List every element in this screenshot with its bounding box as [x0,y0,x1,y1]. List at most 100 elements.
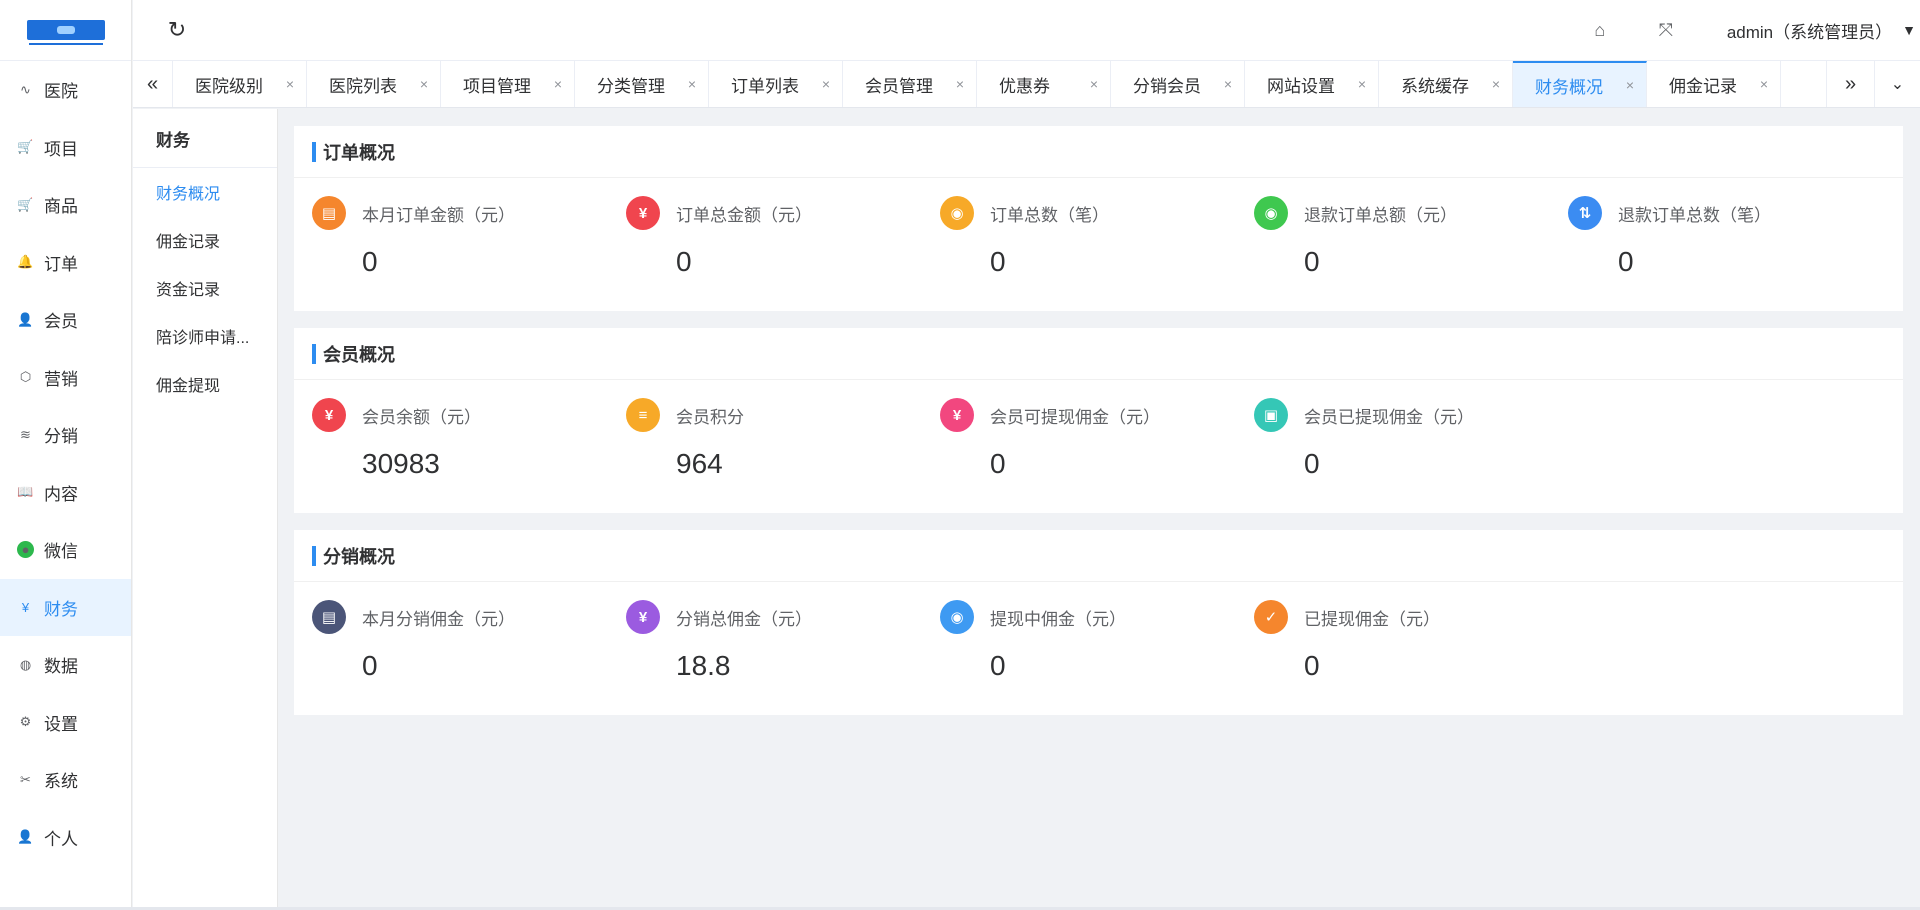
close-icon[interactable]: × [1492,76,1500,92]
stat-item: ¥ 订单总金额（元） 0 [626,196,940,278]
tab[interactable]: 医院级别 × [173,61,307,107]
stat-label: 会员余额（元） [362,407,481,427]
sidebar-item[interactable]: 🛒 项目 [0,119,131,177]
close-icon[interactable]: × [1358,76,1366,92]
tab[interactable]: 佣金记录 × [1647,61,1781,107]
refresh-icon[interactable]: ↻ [165,17,189,42]
stat-value: 0 [1304,246,1320,277]
tab[interactable]: 项目管理 × [441,61,575,107]
subnav-item[interactable]: 资金记录 [133,264,277,312]
tab-label: 订单列表 [731,76,799,96]
stat-head: ¥ 分销总佣金（元） [626,600,940,634]
stat-label: 退款订单总数（笔） [1618,205,1771,225]
stat-label: 会员可提现佣金（元） [990,407,1160,427]
layers-icon: ≋ [20,426,31,442]
tab-label: 分销会员 [1133,76,1201,96]
close-icon[interactable]: × [956,76,964,92]
sidebar-item[interactable]: 🛒 商品 [0,176,131,234]
close-icon[interactable]: × [1090,76,1098,92]
stat-value: 18.8 [676,650,731,681]
subnav-item[interactable]: 财务概况 [133,168,277,216]
sidebar-item[interactable]: ≋ 分销 [0,406,131,464]
stat-item: ▣ 会员已提现佣金（元） 0 [1254,398,1568,480]
sidebar-item[interactable]: ✂ 系统 [0,751,131,809]
sidebar-item[interactable]: ● 微信 [0,521,131,579]
fullscreen-icon[interactable]: ⤧ [1633,0,1699,60]
stat-icon: ◉ [940,600,974,634]
tab[interactable]: 分类管理 × [575,61,709,107]
tab[interactable]: 财务概况 × [1513,61,1647,107]
tabs-list: 医院级别 × 医院列表 × 项目管理 × 分类管理 × 订单列表 × 会员管理 × 优惠券 × 分销会员 × 网… [173,61,1826,107]
stat-item: ⇅ 退款订单总数（笔） 0 [1568,196,1882,278]
tabs-scroll-right-icon[interactable]: » [1826,61,1874,107]
sidebar-item[interactable]: 📖 内容 [0,464,131,522]
secondary-sidebar: 财务 财务概况 佣金记录 资金记录 陪诊师申请... 佣金提现 [133,109,278,910]
subnav-title: 财务 [133,109,277,168]
sidebar-item-label: 营销 [44,369,78,389]
stat-item: ◉ 提现中佣金（元） 0 [940,600,1254,682]
close-icon[interactable]: × [822,76,830,92]
stat-label: 提现中佣金（元） [990,609,1126,629]
person-icon: 👤 [17,829,34,845]
close-icon[interactable]: × [1760,76,1768,92]
sidebar-item[interactable]: 👤 会员 [0,291,131,349]
logo[interactable] [26,20,105,45]
stat-head: ◉ 订单总数（笔） [940,196,1254,230]
tab[interactable]: 优惠券 × [977,61,1111,107]
sidebar-item[interactable]: ⬡ 营销 [0,349,131,407]
tab[interactable]: 分销会员 × [1111,61,1245,107]
stat-icon: ✓ [1254,600,1288,634]
sidebar-item[interactable]: ¥ 财务 [0,578,131,636]
stat-head: ¥ 会员可提现佣金（元） [940,398,1254,432]
tab[interactable]: 网站设置 × [1245,61,1379,107]
tab[interactable]: 医院列表 × [307,61,441,107]
title-accent-bar [312,545,316,566]
sidebar-item[interactable]: ⚙ 设置 [0,694,131,752]
card-header: 会员概况 [294,328,1903,380]
tabs-menu-chevron-icon[interactable]: ⌄ [1874,61,1920,107]
stat-head: ¥ 订单总金额（元） [626,196,940,230]
tag-icon[interactable]: ⌂ [1567,0,1633,60]
stat-label: 本月分销佣金（元） [362,609,515,629]
stat-icon: ¥ [626,600,660,634]
subnav-item[interactable]: 佣金提现 [133,360,277,408]
subnav-item[interactable]: 佣金记录 [133,216,277,264]
pulse-icon: ∿ [20,81,31,97]
stat-icon: ¥ [312,398,346,432]
tabs-scroll-left-icon[interactable]: « [133,61,173,107]
card-title: 分销概况 [323,546,395,567]
sidebar-item-label: 内容 [44,484,78,504]
sidebar-item-label: 系统 [44,772,78,792]
sidebar-item-label: 商品 [44,197,78,217]
title-accent-bar [312,343,316,364]
tab-label: 财务概况 [1535,77,1603,97]
close-icon[interactable]: × [1224,76,1232,92]
card-title: 订单概况 [323,142,395,163]
sidebar-item[interactable]: 👤 个人 [0,809,131,867]
close-icon[interactable]: × [554,76,562,92]
stat-icon: ◉ [940,196,974,230]
stats-row: ¥ 会员余额（元） 30983 ≡ 会员积分 964 ¥ 会员可提现佣金（元） 0 ▣ 会员已提现佣… [294,380,1903,480]
primary-nav: ∿ 医院 🛒 项目 🛒 商品 🔔 订单 👤 会员 ⬡ 营销 ≋ 分销 📖 内容 ● 微信 ¥ 财务 ◍ 数据 ⚙ 设置 ✂ 系统 👤… [0,61,131,866]
sidebar-item[interactable]: ∿ 医院 [0,61,131,119]
user-menu[interactable]: admin（系统管理员） ▼ [1699,0,1920,60]
close-icon[interactable]: × [420,76,428,92]
order-overview-card: 订单概况 ▤ 本月订单金额（元） 0 ¥ 订单总金额（元） 0 ◉ 订单总数（笔） 0 ◉ 退款订单… [294,126,1903,311]
tab[interactable]: 会员管理 × [843,61,977,107]
sidebar-item[interactable]: ◍ 数据 [0,636,131,694]
sidebar-item[interactable]: 🔔 订单 [0,234,131,292]
stat-head: ▣ 会员已提现佣金（元） [1254,398,1568,432]
tab[interactable]: 系统缓存 × [1379,61,1513,107]
stat-value: 0 [990,650,1006,681]
close-icon[interactable]: × [286,76,294,92]
wechat-icon: ● [17,541,34,559]
tab[interactable]: 订单列表 × [709,61,843,107]
stat-label: 会员积分 [676,407,744,427]
stat-value: 30983 [362,448,440,479]
subnav-item[interactable]: 陪诊师申请... [133,312,277,360]
close-icon[interactable]: × [688,76,696,92]
close-icon[interactable]: × [1626,77,1634,93]
chevron-down-icon: ▼ [1902,22,1916,38]
tab-label: 项目管理 [463,76,531,96]
card-header: 订单概况 [294,126,1903,178]
